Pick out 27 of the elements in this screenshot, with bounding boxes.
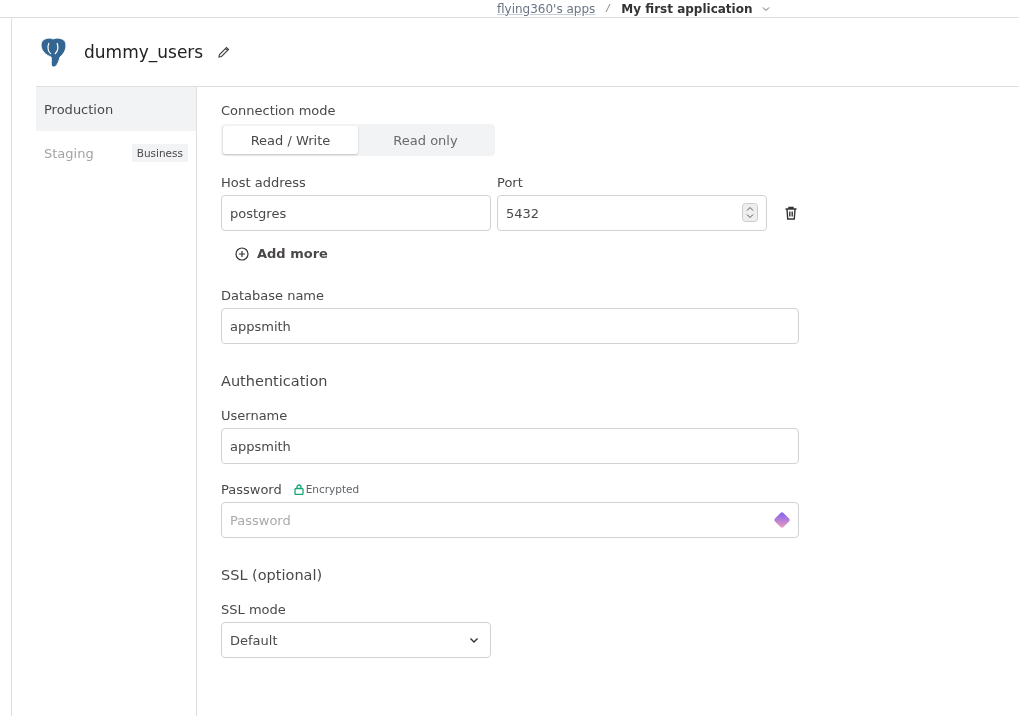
field-label: Host address — [221, 174, 306, 190]
port-field[interactable]: 5432 — [497, 195, 767, 231]
input-field[interactable]: appsmith — [221, 428, 799, 464]
breadcrumb-link[interactable]: flying360's apps — [497, 1, 596, 16]
field-label: Database name — [221, 287, 325, 303]
select-field[interactable]: Default — [221, 622, 491, 658]
input-field[interactable]: appsmith — [221, 308, 799, 344]
mode-option[interactable]: Read only — [358, 126, 493, 154]
trash-icon[interactable] — [783, 205, 799, 221]
environment-tab[interactable]: Staging Business — [36, 131, 196, 175]
password-field[interactable]: Password — [221, 502, 799, 538]
field-label: Connection mode — [221, 103, 337, 119]
field-label: Username — [221, 407, 288, 423]
mode-option[interactable]: Read / Write — [223, 126, 358, 154]
add-more-button[interactable]: Add more — [235, 246, 328, 261]
field-label: Password — [221, 481, 282, 497]
datasource-title: dummy_users — [84, 42, 204, 62]
field-label: SSL mode — [221, 601, 286, 617]
input-field[interactable]: postgres — [221, 195, 491, 231]
breadcrumb-current[interactable]: My first application — [621, 1, 753, 16]
pencil-icon[interactable] — [217, 45, 232, 59]
environment-tab[interactable]: Production — [36, 87, 196, 131]
section-heading: SSL (optional) — [221, 567, 324, 583]
plus-circle-icon[interactable] — [235, 246, 249, 261]
section-heading: Authentication — [221, 373, 329, 389]
encrypted-badge: Encrypted — [293, 483, 360, 495]
field-label: Port — [497, 174, 523, 190]
